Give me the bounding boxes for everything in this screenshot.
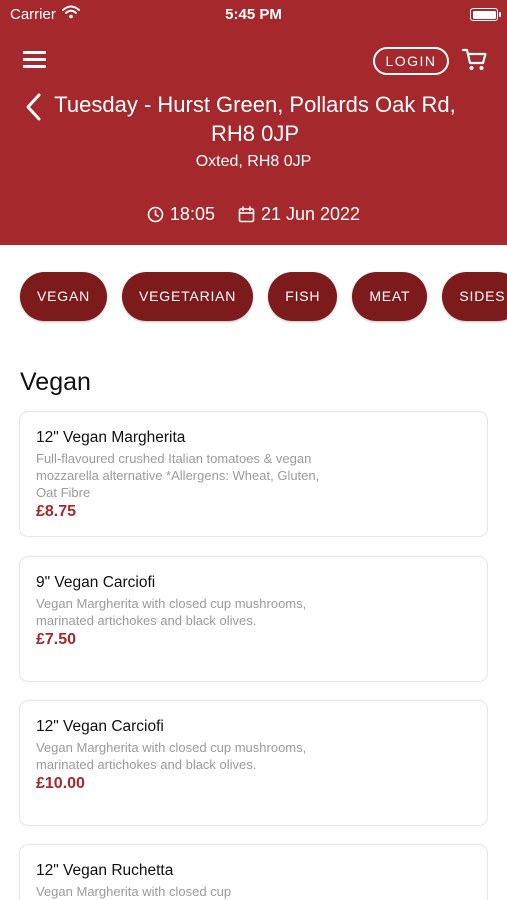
category-chip-meat[interactable]: MEAT (352, 272, 428, 321)
menu-item-name: 12" Vegan Margherita (36, 429, 186, 446)
menu-item-name: 12" Vegan Carciofi (36, 718, 164, 735)
cart-icon[interactable] (461, 46, 489, 74)
menu-item-name: 9" Vegan Carciofi (36, 574, 156, 591)
menu-item-price: £7.50 (36, 631, 77, 648)
menu-item-name: 12" Vegan Ruchetta (36, 862, 174, 879)
category-chips: VEGAN VEGETARIAN FISH MEAT SIDES (20, 272, 507, 321)
login-button[interactable]: LOGIN (373, 47, 449, 75)
category-chip-vegetarian[interactable]: VEGETARIAN (122, 272, 254, 321)
category-chip-sides[interactable]: SIDES (442, 272, 507, 321)
page-title: Tuesday - Hurst Green, Pollards Oak Rd, … (54, 92, 456, 146)
menu-item-description: Full-flavoured crushed Italian tomatoes … (36, 451, 320, 500)
menu-item-price: £10.00 (36, 775, 85, 792)
pickup-date: 21 Jun 2022 (260, 204, 361, 224)
schedule-meta: 18:05 21 Jun 2022 (0, 204, 507, 228)
calendar-icon (238, 206, 255, 223)
status-bar: Carrier 5:45 PM (0, 0, 507, 30)
date-info: 21 Jun 2022 (238, 204, 360, 225)
menu-item-card[interactable]: 12" Vegan Ruchetta Vegan Margherita with… (19, 844, 488, 900)
category-chip-vegan[interactable]: VEGAN (20, 272, 108, 321)
location-subtitle: Oxted, RH8 0JP (195, 153, 312, 170)
pickup-time: 18:05 (169, 204, 215, 224)
category-chip-fish[interactable]: FISH (268, 272, 338, 321)
menu-item-description: Vegan Margherita with closed cup mushroo… (36, 596, 307, 628)
menu-item-description: Vegan Margherita with closed cup (36, 884, 232, 899)
menu-item-card[interactable]: 12" Vegan Carciofi Vegan Margherita with… (19, 700, 488, 826)
menu-item-description: Vegan Margherita with closed cup mushroo… (36, 740, 307, 772)
status-time: 5:45 PM (225, 6, 282, 23)
menu-item-card[interactable]: 12" Vegan Margherita Full-flavoured crus… (19, 411, 488, 537)
back-chevron-icon[interactable] (22, 92, 46, 122)
menu-icon[interactable] (22, 48, 48, 70)
battery-icon (470, 8, 501, 21)
section-title: Vegan (20, 368, 91, 396)
clock-icon (147, 206, 164, 223)
header-bar: Carrier 5:45 PM LOGIN Tuesday - Hurst Gr… (0, 0, 507, 245)
time-info: 18:05 (147, 204, 215, 225)
menu-item-card[interactable]: 9" Vegan Carciofi Vegan Margherita with … (19, 556, 488, 682)
menu-item-price: £8.75 (36, 503, 77, 520)
